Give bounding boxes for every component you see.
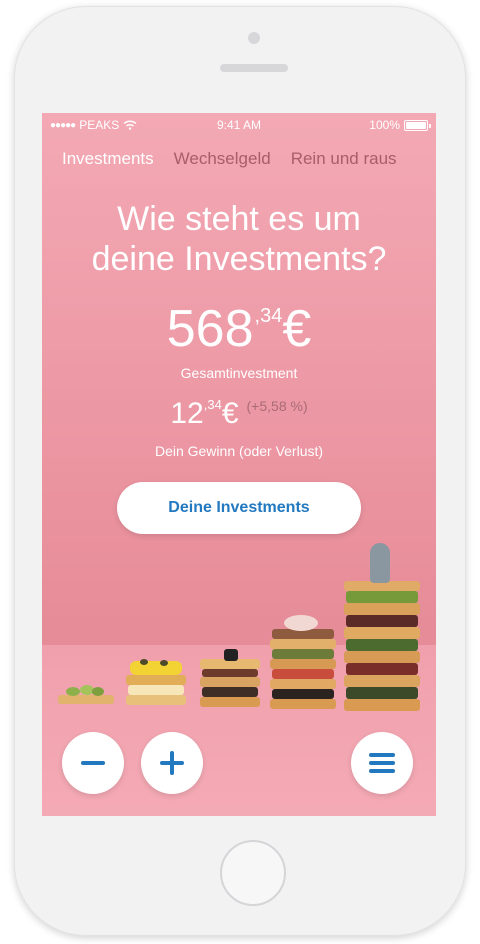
battery-icon	[404, 119, 431, 131]
page-title: Wie steht es um deine Investments?	[42, 199, 436, 279]
camera	[248, 32, 260, 44]
menu-button[interactable]	[351, 732, 413, 794]
sandwich-1	[58, 683, 114, 705]
title-line-2: deine Investments?	[91, 240, 387, 278]
gain-label: Dein Gewinn (oder Verlust)	[154, 443, 324, 459]
sandwich-5	[344, 543, 420, 713]
tab-rein-und-raus[interactable]: Rein und raus	[291, 149, 397, 169]
gain-percent: (+5,58 %)	[246, 398, 308, 414]
gain-integer: 12	[170, 397, 204, 430]
minus-icon	[81, 761, 105, 765]
tab-wechselgeld[interactable]: Wechselgeld	[174, 149, 271, 169]
my-investments-button[interactable]: Deine Investments	[117, 482, 361, 534]
remove-button[interactable]	[62, 732, 124, 794]
speaker	[220, 64, 288, 72]
tab-bar: Investments Wechselgeld Rein und raus	[62, 149, 397, 169]
total-decimals: ,34	[254, 305, 283, 327]
menu-icon	[369, 753, 395, 773]
battery-percent: 100%	[369, 118, 400, 132]
status-right: 100%	[369, 118, 431, 132]
sandwich-3	[200, 649, 260, 709]
gain-decimals: ,34	[203, 397, 222, 412]
total-label: Gesamtinvestment	[180, 365, 298, 381]
plus-icon	[160, 751, 184, 775]
sandwich-2	[126, 659, 186, 707]
total-currency: €	[282, 300, 312, 358]
gain-currency: €	[221, 397, 239, 430]
sandwich-4	[270, 613, 336, 711]
gain-amount: 12,34€ (+5,58 %)	[42, 397, 436, 431]
total-integer: 568	[166, 300, 254, 358]
title-line-1: Wie steht es um	[117, 200, 361, 238]
add-button[interactable]	[141, 732, 203, 794]
status-bar: ●●●●● PEAKS 9:41 AM 100%	[42, 113, 436, 137]
home-button[interactable]	[220, 840, 286, 906]
app-screen: ●●●●● PEAKS 9:41 AM 100% Investments Wec…	[42, 113, 436, 816]
tab-investments[interactable]: Investments	[62, 149, 154, 169]
total-amount: 568,34€	[42, 301, 436, 357]
